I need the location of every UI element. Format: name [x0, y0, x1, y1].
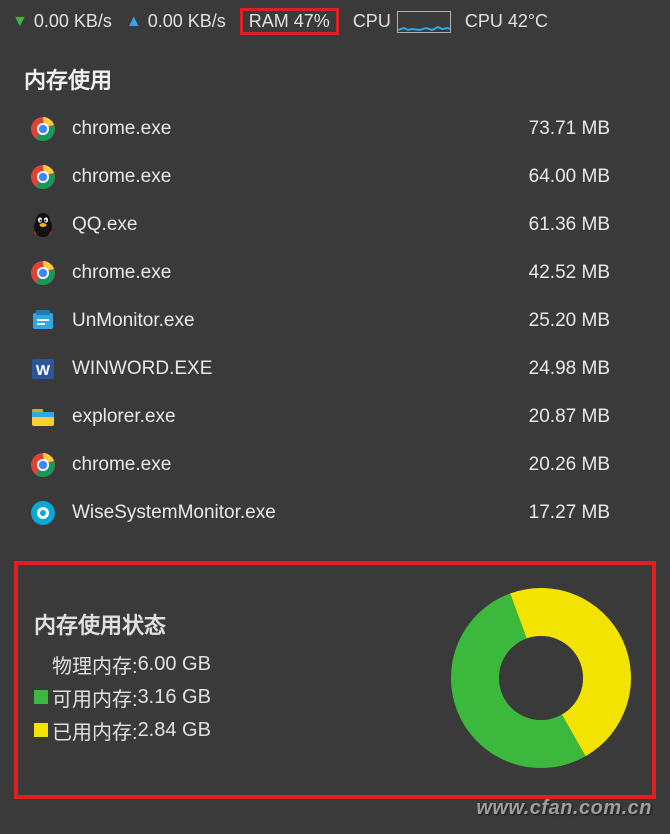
svg-text:W: W [36, 362, 51, 379]
process-row[interactable]: QQ.exe61.36 MB [24, 201, 646, 249]
process-memory: 20.87 MB [529, 406, 640, 428]
memory-donut-chart [446, 583, 636, 773]
upload-arrow-icon: ▲ [126, 13, 142, 31]
cpu-temp-value: CPU 42°C [465, 11, 548, 32]
cpu-usage[interactable]: CPU [353, 11, 451, 33]
process-memory: 20.26 MB [529, 454, 640, 476]
download-arrow-icon: ▼ [12, 13, 28, 31]
process-row[interactable]: UnMonitor.exe25.20 MB [24, 297, 646, 345]
unmonitor-app-icon [30, 308, 56, 334]
available-memory-label: 可用内存: [52, 683, 138, 712]
physical-memory-line: 物理内存: 6.00 GB [34, 650, 446, 679]
process-row[interactable]: chrome.exe73.71 MB [24, 105, 646, 153]
wise-app-icon [30, 500, 56, 526]
watermark: www.cfan.com.cn [476, 797, 652, 820]
process-list: chrome.exe73.71 MBchrome.exe64.00 MBQQ.e… [24, 105, 646, 537]
process-name: explorer.exe [72, 406, 529, 428]
upload-speed: ▲ 0.00 KB/s [126, 11, 226, 32]
process-memory: 17.27 MB [529, 502, 640, 524]
process-memory: 61.36 MB [529, 214, 640, 236]
cpu-label: CPU [353, 11, 391, 32]
used-memory-line: 已用内存: 2.84 GB [34, 716, 446, 745]
process-row[interactable]: chrome.exe64.00 MB [24, 153, 646, 201]
download-speed: ▼ 0.00 KB/s [12, 11, 112, 32]
memory-usage-panel: 内存使用 chrome.exe73.71 MBchrome.exe64.00 M… [0, 43, 670, 539]
explorer-app-icon [30, 404, 56, 430]
process-row[interactable]: chrome.exe42.52 MB [24, 249, 646, 297]
top-status-bar: ▼ 0.00 KB/s ▲ 0.00 KB/s RAM 47% CPU CPU … [0, 0, 670, 43]
process-row[interactable]: explorer.exe20.87 MB [24, 393, 646, 441]
word-app-icon: W [30, 356, 56, 382]
memory-status-panel: 内存使用状态 物理内存: 6.00 GB 可用内存: 3.16 GB 已用内存:… [14, 561, 656, 799]
used-swatch-icon [34, 723, 48, 737]
upload-speed-value: 0.00 KB/s [148, 11, 226, 32]
ram-usage[interactable]: RAM 47% [240, 8, 339, 35]
physical-memory-label: 物理内存: [52, 650, 138, 679]
process-memory: 64.00 MB [529, 166, 640, 188]
chrome-app-icon [30, 452, 56, 478]
memory-status-title: 内存使用状态 [34, 608, 446, 640]
process-name: chrome.exe [72, 454, 529, 476]
chrome-app-icon [30, 260, 56, 286]
cpu-graph-icon [397, 11, 451, 33]
qq-app-icon [30, 212, 56, 238]
used-memory-label: 已用内存: [52, 716, 138, 745]
process-name: chrome.exe [72, 118, 529, 140]
available-swatch-icon [34, 690, 48, 704]
process-row[interactable]: chrome.exe20.26 MB [24, 441, 646, 489]
used-memory-value: 2.84 GB [138, 719, 211, 742]
process-name: WiseSystemMonitor.exe [72, 502, 529, 524]
available-memory-line: 可用内存: 3.16 GB [34, 683, 446, 712]
ram-usage-value: RAM 47% [249, 11, 330, 32]
process-name: UnMonitor.exe [72, 310, 529, 332]
chrome-app-icon [30, 164, 56, 190]
process-memory: 42.52 MB [529, 262, 640, 284]
process-name: WINWORD.EXE [72, 358, 529, 380]
process-row[interactable]: W WINWORD.EXE24.98 MB [24, 345, 646, 393]
process-memory: 24.98 MB [529, 358, 640, 380]
physical-memory-value: 6.00 GB [138, 653, 211, 676]
process-memory: 25.20 MB [529, 310, 640, 332]
process-memory: 73.71 MB [529, 118, 640, 140]
available-memory-value: 3.16 GB [138, 686, 211, 709]
chrome-app-icon [30, 116, 56, 142]
process-name: chrome.exe [72, 262, 529, 284]
process-name: QQ.exe [72, 214, 529, 236]
cpu-temp: CPU 42°C [465, 11, 548, 32]
process-name: chrome.exe [72, 166, 529, 188]
memory-usage-title: 内存使用 [24, 63, 646, 95]
process-row[interactable]: WiseSystemMonitor.exe17.27 MB [24, 489, 646, 537]
download-speed-value: 0.00 KB/s [34, 11, 112, 32]
